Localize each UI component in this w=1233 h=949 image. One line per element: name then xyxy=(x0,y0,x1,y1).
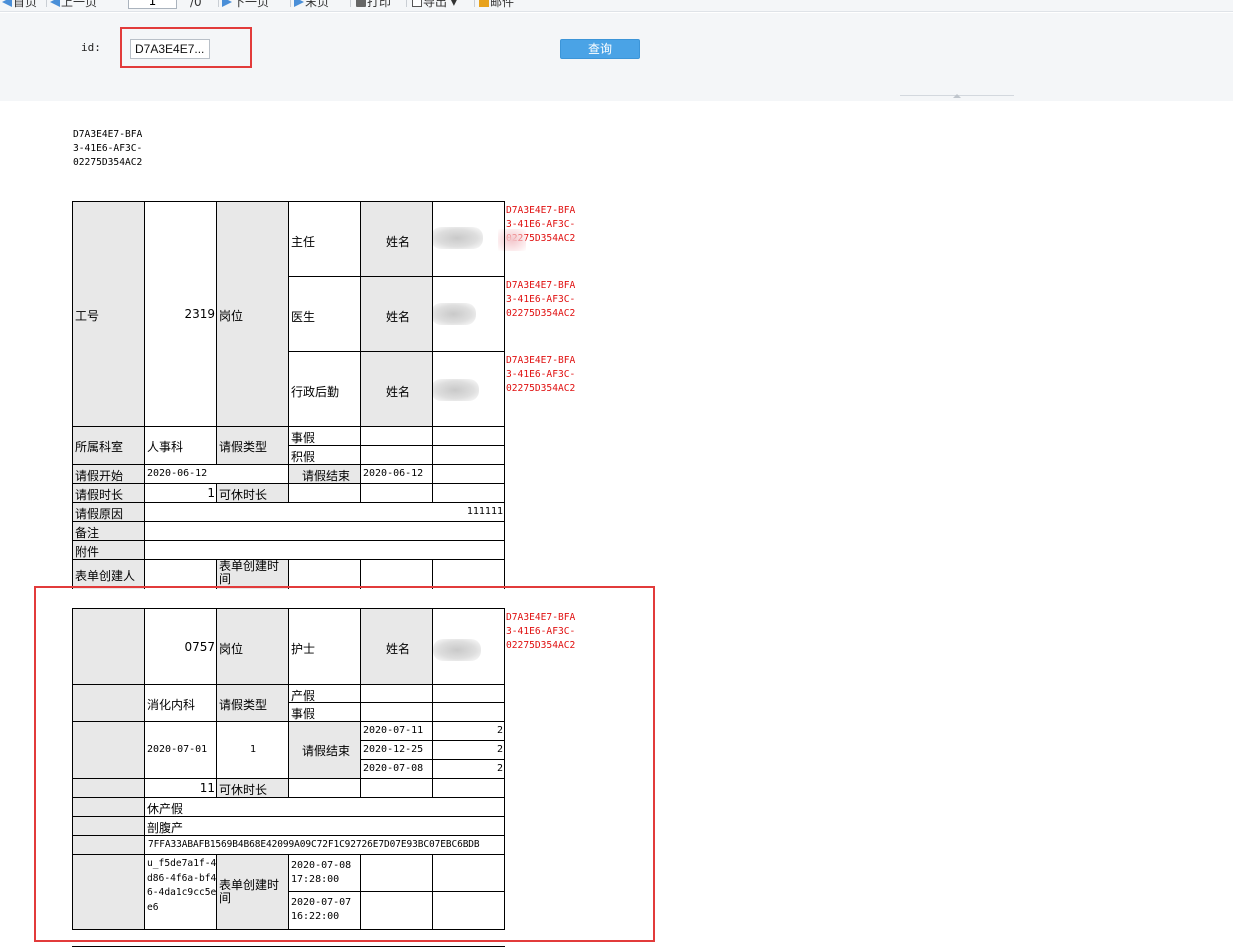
side-record-id: D7A3E4E7-BFA3-41E6-AF3C-02275D354AC2 xyxy=(506,280,576,319)
redacted-name xyxy=(433,303,476,325)
redacted-name xyxy=(433,227,483,249)
created-label-cell: 表单创建时间 xyxy=(216,559,289,589)
table-border xyxy=(504,201,505,589)
reason-cell: 111111 xyxy=(144,502,505,522)
emp-no-cell: 2319 xyxy=(144,201,217,427)
end-label-cell: 请假结束 xyxy=(288,464,361,484)
attach-cell xyxy=(144,540,505,560)
empty-cell xyxy=(360,559,433,589)
attach-label-cell: 附件 xyxy=(72,540,145,560)
role-cell: 医生 xyxy=(288,276,361,352)
print-button[interactable]: 打印 xyxy=(356,0,391,9)
creator-label-cell: 表单创建人 xyxy=(72,559,145,589)
name-label-cell: 姓名 xyxy=(360,201,433,277)
page-total: /0 xyxy=(190,0,202,9)
name-value-cell xyxy=(432,276,505,352)
export-icon xyxy=(412,0,422,7)
toolbar-divider xyxy=(350,0,351,7)
empty-cell xyxy=(432,464,505,484)
duration-label-cell: 请假时长 xyxy=(72,483,145,503)
prev-page-button[interactable]: 上一页 xyxy=(50,0,97,9)
name-label-cell: 姓名 xyxy=(360,276,433,352)
next-record-border xyxy=(72,946,505,947)
toolbar-divider xyxy=(474,0,475,7)
highlight-box-record xyxy=(34,586,655,942)
role-cell: 行政后勤 xyxy=(288,351,361,427)
position-label-cell: 岗位 xyxy=(216,201,289,427)
empty-cell xyxy=(432,426,505,446)
redacted-mark xyxy=(498,229,526,251)
avail-label-cell: 可休时长 xyxy=(216,483,289,503)
prev-page-icon xyxy=(50,0,60,7)
remark-cell xyxy=(144,521,505,541)
empty-cell xyxy=(432,445,505,465)
next-page-icon xyxy=(222,0,232,7)
query-button[interactable]: 查询 xyxy=(560,39,640,59)
report-toolbar: 首页 上一页 1 /0 下一页 末页 打印 导出 ▾ 邮件 xyxy=(0,0,1233,12)
emp-no-label-cell: 工号 xyxy=(72,201,145,427)
empty-cell xyxy=(432,483,505,503)
printer-icon xyxy=(356,0,366,7)
empty-cell xyxy=(360,426,433,446)
side-record-id: D7A3E4E7-BFA3-41E6-AF3C-02275D354AC2 xyxy=(506,355,576,394)
empty-cell xyxy=(432,559,505,589)
dept-label-cell: 所属科室 xyxy=(72,426,145,465)
export-button[interactable]: 导出 ▾ xyxy=(412,0,457,9)
leave-type-cell: 事假 xyxy=(288,426,361,446)
empty-cell xyxy=(360,445,433,465)
creator-cell xyxy=(144,559,217,589)
collapse-panel-handle[interactable] xyxy=(900,94,1014,101)
last-page-button[interactable]: 末页 xyxy=(294,0,329,9)
start-label-cell: 请假开始 xyxy=(72,464,145,484)
role-cell: 主任 xyxy=(288,201,361,277)
leave-type-label-cell: 请假类型 xyxy=(216,426,289,465)
page-number-input[interactable]: 1 xyxy=(128,0,177,9)
dept-cell: 人事科 xyxy=(144,426,217,465)
reason-label-cell: 请假原因 xyxy=(72,502,145,522)
toolbar-divider xyxy=(218,0,219,7)
leave-type-cell: 积假 xyxy=(288,445,361,465)
first-page-button[interactable]: 首页 xyxy=(2,0,37,9)
record-id: D7A3E4E7-BFA3-41E6-AF3C-02275D354AC2 xyxy=(73,129,143,168)
next-page-button[interactable]: 下一页 xyxy=(222,0,269,9)
end-cell: 2020-06-12 xyxy=(360,464,433,484)
name-value-cell xyxy=(432,201,505,277)
toolbar-divider xyxy=(406,0,407,7)
empty-cell xyxy=(360,483,433,503)
name-value-cell xyxy=(432,351,505,427)
empty-cell xyxy=(288,483,361,503)
duration-cell: 1 xyxy=(144,483,217,503)
first-page-icon xyxy=(2,0,12,7)
mail-button[interactable]: 邮件 xyxy=(479,0,514,9)
toolbar-divider xyxy=(46,0,47,7)
redacted-name xyxy=(433,379,479,401)
id-label: id: xyxy=(81,41,101,54)
remark-label-cell: 备注 xyxy=(72,521,145,541)
highlight-box-id xyxy=(120,27,252,68)
toolbar-divider xyxy=(290,0,291,7)
empty-cell xyxy=(288,559,361,589)
mail-icon xyxy=(479,0,489,7)
last-page-icon xyxy=(294,0,304,7)
start-cell: 2020-06-12 xyxy=(144,464,289,484)
name-label-cell: 姓名 xyxy=(360,351,433,427)
